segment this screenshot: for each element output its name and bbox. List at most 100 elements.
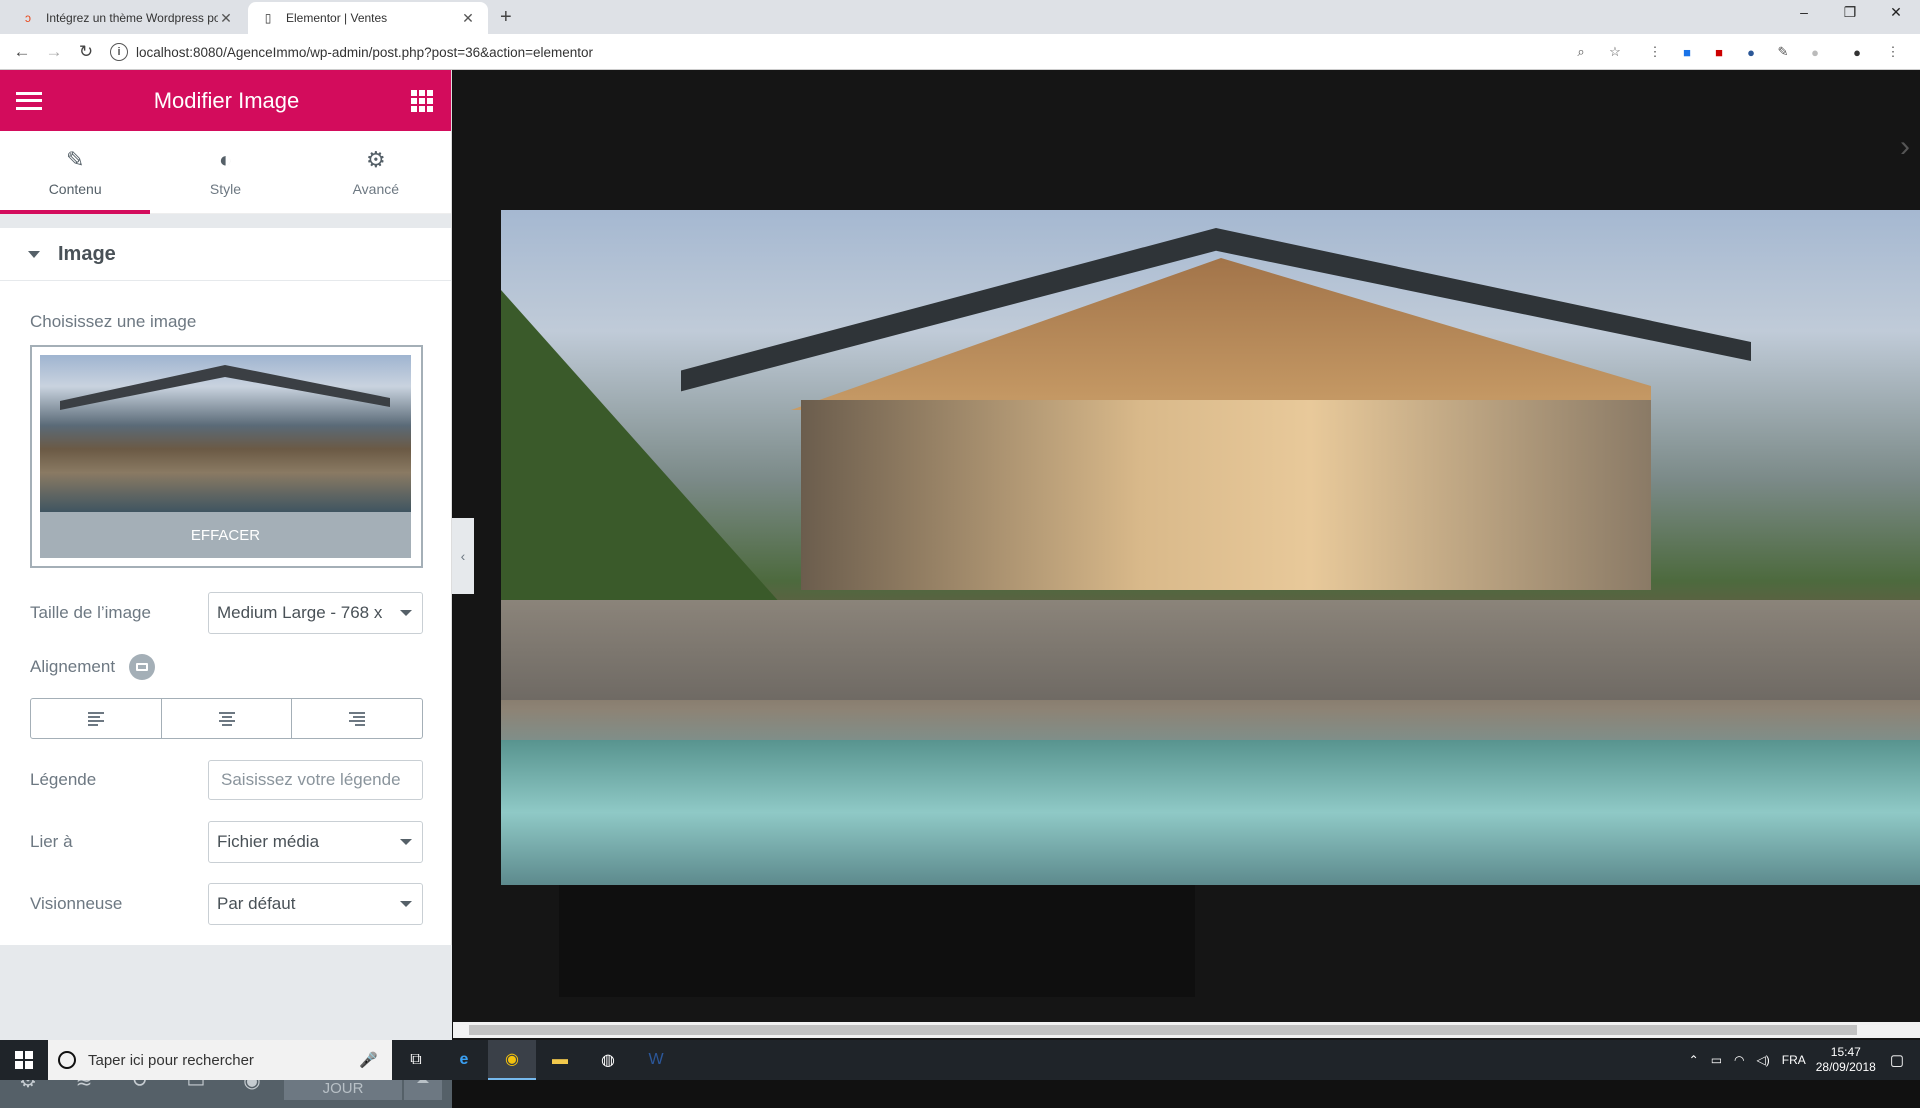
forward-icon[interactable]: → <box>42 42 66 62</box>
extension-icon[interactable]: ■ <box>1678 43 1696 61</box>
bookmark-star-icon[interactable]: ☆ <box>1606 43 1624 61</box>
panel-title: Modifier Image <box>153 87 300 113</box>
image-size-control: Taille de l’image Medium Large - 768 x <box>30 592 423 634</box>
tab-contenu[interactable]: ✎ Contenu <box>0 131 151 214</box>
chevron-left-icon: ‹ <box>460 548 466 564</box>
app-icon[interactable]: ◍ <box>584 1040 632 1080</box>
horizontal-scrollbar[interactable] <box>453 1022 1920 1038</box>
alignment-control: Alignement <box>30 654 423 680</box>
pdf-extension-icon[interactable]: ■ <box>1710 43 1728 61</box>
elementor-panel: Modifier Image ✎ Contenu ◐ Style ⚙ Avanc… <box>0 70 452 1108</box>
tab-label: Contenu <box>48 181 102 197</box>
microphone-icon[interactable]: 🎤 <box>359 1051 378 1069</box>
minimize-button[interactable]: – <box>1784 4 1824 20</box>
battery-icon[interactable]: ▭ <box>1711 1053 1722 1067</box>
tab-label: Style <box>209 181 242 197</box>
url-bar[interactable]: i localhost:8080/AgenceImmo/wp-admin/pos… <box>110 39 1620 65</box>
scrollbar-thumb[interactable] <box>469 1025 1857 1035</box>
caption-control: Légende Saisissez votre légende <box>30 760 423 800</box>
panel-bottom-area <box>0 945 452 1045</box>
link-control: Lier à Fichier média <box>30 821 423 863</box>
back-icon[interactable]: ← <box>10 42 34 62</box>
collapse-panel-button[interactable]: ‹ <box>452 518 474 594</box>
windows-taskbar: Taper ici pour rechercher 🎤 ⧉ e ◉ ▬ ◍ W … <box>0 1040 1920 1080</box>
image-thumbnail[interactable] <box>40 355 411 512</box>
extension-icon[interactable]: ● <box>1742 43 1760 61</box>
dropdown-arrow-icon <box>400 839 412 845</box>
image-size-label: Taille de l’image <box>30 603 151 622</box>
link-select[interactable]: Fichier média <box>208 821 423 863</box>
language-indicator[interactable]: FRA <box>1782 1053 1806 1067</box>
maximize-button[interactable]: ❐ <box>1830 4 1870 21</box>
select-value: Medium Large - 768 x <box>217 603 383 622</box>
align-left-button[interactable] <box>31 699 162 738</box>
chevron-up-icon[interactable]: ⌃ <box>1689 1053 1699 1067</box>
panel-header: Modifier Image <box>0 70 451 131</box>
lightbox-select[interactable]: Par défaut <box>208 883 423 925</box>
search-placeholder: Taper ici pour rechercher <box>88 1051 254 1069</box>
select-value: Par défaut <box>217 894 296 913</box>
align-center-icon <box>218 711 235 726</box>
dropdown-arrow-icon <box>400 610 412 616</box>
panel-tabs: ✎ Contenu ◐ Style ⚙ Avancé <box>0 131 451 214</box>
address-toolbar: ← → ↻ i localhost:8080/AgenceImmo/wp-adm… <box>0 34 1920 70</box>
align-right-icon <box>349 711 366 726</box>
wifi-icon[interactable]: ◠ <box>1734 1053 1744 1067</box>
tab-title: Intégrez un thème Wordpress po <box>46 11 218 25</box>
section-image-toggle[interactable]: Image <box>0 228 451 281</box>
media-control[interactable]: EFFACER <box>30 345 423 568</box>
close-tab-icon[interactable]: ✕ <box>460 10 476 27</box>
align-right-button[interactable] <box>292 699 422 738</box>
alignment-buttons <box>30 698 423 739</box>
image-size-select[interactable]: Medium Large - 768 x <box>208 592 423 634</box>
tab-title: Elementor | Ventes <box>286 11 388 25</box>
file-explorer-icon[interactable]: ▬ <box>536 1040 584 1080</box>
dropdown-arrow-icon <box>400 901 412 907</box>
preview-image[interactable] <box>501 210 1920 885</box>
chevron-right-icon[interactable]: › <box>1900 130 1910 164</box>
profile-avatar[interactable]: ● <box>1848 43 1866 61</box>
lightbox-control: Visionneuse Par défaut <box>30 883 423 925</box>
time: 15:47 <box>1830 1045 1861 1059</box>
extension-icon[interactable]: ● <box>1806 43 1824 61</box>
taskbar-search[interactable]: Taper ici pour rechercher 🎤 <box>48 1040 392 1080</box>
task-view-icon[interactable]: ⧉ <box>392 1040 440 1080</box>
extension-icon[interactable]: ⋮ <box>1646 43 1664 61</box>
edge-icon[interactable]: e <box>440 1040 488 1080</box>
clock[interactable]: 15:47 28/09/2018 <box>1816 1045 1876 1075</box>
divider <box>0 214 451 228</box>
eyedropper-icon[interactable]: ✎ <box>1774 43 1792 61</box>
openclassrooms-icon: ↄ <box>25 11 31 25</box>
tab-style[interactable]: ◐ Style <box>150 131 300 213</box>
tab-avance[interactable]: ⚙ Avancé <box>301 131 451 213</box>
page-icon: ▯ <box>264 11 272 25</box>
volume-icon[interactable]: ◁) <box>1757 1053 1770 1067</box>
info-icon[interactable]: i <box>110 43 128 61</box>
caret-down-icon <box>28 250 40 258</box>
responsive-desktop-icon[interactable] <box>129 654 156 680</box>
alignment-label: Alignement <box>30 657 116 676</box>
close-window-button[interactable]: ✕ <box>1876 4 1916 21</box>
reload-icon[interactable]: ↻ <box>74 42 98 62</box>
browser-tab-2[interactable]: ▯ Elementor | Ventes ✕ <box>248 2 488 34</box>
caption-input[interactable]: Saisissez votre légende <box>208 760 423 800</box>
system-tray: ⌃ ▭ ◠ ◁) FRA 15:47 28/09/2018 ▢ <box>1689 1040 1920 1080</box>
contrast-icon: ◐ <box>218 147 233 172</box>
widgets-grid-icon[interactable] <box>410 89 433 112</box>
close-tab-icon[interactable]: ✕ <box>218 10 234 27</box>
new-tab-button[interactable]: + <box>500 6 512 29</box>
caption-label: Légende <box>30 770 97 789</box>
windows-start-icon[interactable] <box>0 1040 48 1080</box>
choose-image-label: Choisissez une image <box>30 312 197 331</box>
menu-icon[interactable]: ⋮ <box>1884 43 1902 61</box>
zoom-icon[interactable]: ⌕ <box>1572 43 1590 61</box>
clear-image-button[interactable]: EFFACER <box>40 512 411 558</box>
word-icon[interactable]: W <box>632 1040 680 1080</box>
align-center-button[interactable] <box>162 699 293 738</box>
url-text: localhost:8080/AgenceImmo/wp-admin/post.… <box>136 44 594 60</box>
notifications-icon[interactable]: ▢ <box>1890 1051 1904 1069</box>
browser-tab-1[interactable]: ↄ Intégrez un thème Wordpress po ✕ <box>8 2 246 34</box>
section-title: Image <box>58 242 116 265</box>
hamburger-menu-icon[interactable] <box>16 91 42 110</box>
chrome-icon[interactable]: ◉ <box>488 1040 536 1080</box>
